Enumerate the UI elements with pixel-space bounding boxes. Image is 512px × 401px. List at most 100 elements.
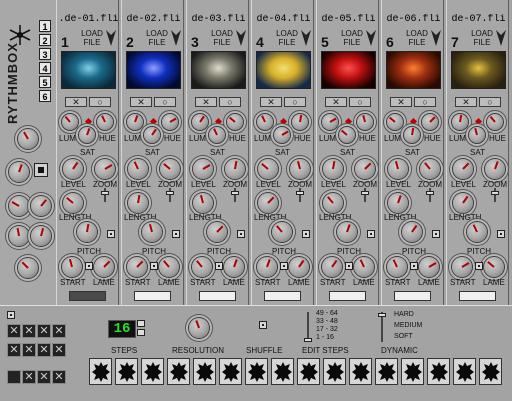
length-knob[interactable] bbox=[258, 193, 278, 213]
step-pad-4[interactable] bbox=[167, 358, 190, 385]
sat-knob[interactable] bbox=[469, 127, 485, 143]
load-file-button[interactable]: LOAD FILE bbox=[79, 29, 105, 47]
pitch-mode-button[interactable] bbox=[367, 230, 375, 238]
level-knob[interactable] bbox=[128, 159, 148, 179]
start-knob[interactable] bbox=[257, 257, 277, 277]
global-knob-5[interactable] bbox=[9, 226, 29, 246]
load-file-button[interactable]: LOAD FILE bbox=[274, 29, 300, 47]
global-knob-7[interactable] bbox=[18, 258, 38, 278]
solo-toggle-button[interactable]: ○ bbox=[89, 97, 111, 107]
bank-button-3[interactable]: 3 bbox=[39, 48, 51, 60]
dynamic-option-1[interactable]: HARD bbox=[394, 311, 414, 318]
zoom-knob[interactable] bbox=[420, 159, 440, 179]
pitch-mode-button[interactable] bbox=[107, 230, 115, 238]
channel-select-bar[interactable] bbox=[394, 291, 431, 301]
step-pad-3[interactable] bbox=[141, 358, 164, 385]
channel-select-bar[interactable] bbox=[199, 291, 236, 301]
zoom-slider-handle[interactable] bbox=[296, 191, 304, 195]
sat-knob[interactable] bbox=[339, 127, 355, 143]
bank-button-4[interactable]: 4 bbox=[39, 62, 51, 74]
zoom-slider-handle[interactable] bbox=[426, 191, 434, 195]
start-mode-button[interactable] bbox=[345, 262, 353, 270]
lum-knob[interactable] bbox=[387, 114, 403, 130]
pitch-mode-button[interactable] bbox=[497, 230, 505, 238]
step-pad-5[interactable] bbox=[193, 358, 216, 385]
step-pad-12[interactable] bbox=[375, 358, 398, 385]
bank-button-6[interactable]: 6 bbox=[39, 90, 51, 102]
pattern-cell-3-2[interactable]: ✕ bbox=[22, 370, 36, 384]
pitch-mode-button[interactable] bbox=[302, 230, 310, 238]
bank-button-2[interactable]: 2 bbox=[39, 34, 51, 46]
zoom-knob[interactable] bbox=[355, 159, 375, 179]
start-knob[interactable] bbox=[322, 257, 342, 277]
lame-knob[interactable] bbox=[354, 257, 374, 277]
dynamic-option-3[interactable]: SOFT bbox=[394, 333, 413, 340]
pattern-cell-1-3[interactable]: ✕ bbox=[37, 324, 51, 338]
start-mode-button[interactable] bbox=[215, 262, 223, 270]
pattern-cell-1-1[interactable]: ✕ bbox=[7, 324, 21, 338]
lum-knob[interactable] bbox=[192, 114, 208, 130]
bank-button-1[interactable]: 1 bbox=[39, 20, 51, 32]
length-knob[interactable] bbox=[128, 193, 148, 213]
lame-knob[interactable] bbox=[484, 257, 504, 277]
pitch-knob[interactable] bbox=[207, 222, 227, 242]
zoom-slider-handle[interactable] bbox=[361, 191, 369, 195]
pattern-cell-2-4[interactable]: ✕ bbox=[52, 343, 66, 357]
dynamic-option-2[interactable]: MEDIUM bbox=[394, 322, 422, 329]
mute-toggle-button[interactable]: ✕ bbox=[130, 97, 152, 107]
solo-toggle-button[interactable]: ○ bbox=[479, 97, 501, 107]
step-pad-2[interactable] bbox=[115, 358, 138, 385]
lum-knob[interactable] bbox=[257, 114, 273, 130]
step-pad-13[interactable] bbox=[401, 358, 424, 385]
sat-knob[interactable] bbox=[274, 127, 290, 143]
lum-knob[interactable] bbox=[127, 114, 143, 130]
shuffle-button[interactable] bbox=[259, 321, 267, 329]
pattern-cell-1-2[interactable]: ✕ bbox=[22, 324, 36, 338]
global-knob-4[interactable] bbox=[31, 196, 51, 216]
pattern-cell-1-4[interactable]: ✕ bbox=[52, 324, 66, 338]
pattern-cell-3-1[interactable] bbox=[7, 370, 21, 384]
mute-toggle-button[interactable]: ✕ bbox=[325, 97, 347, 107]
pitch-knob[interactable] bbox=[402, 222, 422, 242]
edit-steps-option-3[interactable]: 17 - 32 bbox=[316, 326, 338, 333]
start-mode-button[interactable] bbox=[85, 262, 93, 270]
sequencer-small-button[interactable] bbox=[7, 311, 15, 319]
lame-knob[interactable] bbox=[224, 257, 244, 277]
bank-button-5[interactable]: 5 bbox=[39, 76, 51, 88]
steps-down-button[interactable] bbox=[137, 329, 145, 336]
channel-select-bar[interactable] bbox=[134, 291, 171, 301]
pattern-cell-2-3[interactable]: ✕ bbox=[37, 343, 51, 357]
mute-toggle-button[interactable]: ✕ bbox=[195, 97, 217, 107]
solo-toggle-button[interactable]: ○ bbox=[284, 97, 306, 107]
level-knob[interactable] bbox=[453, 159, 473, 179]
pitch-knob[interactable] bbox=[272, 222, 292, 242]
lame-knob[interactable] bbox=[94, 257, 114, 277]
edit-steps-option-4[interactable]: 1 - 16 bbox=[316, 334, 334, 341]
step-pad-1[interactable] bbox=[89, 358, 112, 385]
solo-toggle-button[interactable]: ○ bbox=[414, 97, 436, 107]
lum-knob[interactable] bbox=[452, 114, 468, 130]
solo-toggle-button[interactable]: ○ bbox=[154, 97, 176, 107]
step-pad-16[interactable] bbox=[479, 358, 502, 385]
pattern-cell-2-2[interactable]: ✕ bbox=[22, 343, 36, 357]
level-knob[interactable] bbox=[323, 159, 343, 179]
level-knob[interactable] bbox=[388, 159, 408, 179]
step-pad-8[interactable] bbox=[271, 358, 294, 385]
lame-knob[interactable] bbox=[159, 257, 179, 277]
zoom-knob[interactable] bbox=[95, 159, 115, 179]
pitch-mode-button[interactable] bbox=[172, 230, 180, 238]
global-knob-2[interactable] bbox=[9, 162, 29, 182]
start-knob[interactable] bbox=[62, 257, 82, 277]
start-knob[interactable] bbox=[452, 257, 472, 277]
start-mode-button[interactable] bbox=[410, 262, 418, 270]
zoom-knob[interactable] bbox=[160, 159, 180, 179]
start-knob[interactable] bbox=[387, 257, 407, 277]
pitch-knob[interactable] bbox=[142, 222, 162, 242]
hue-knob[interactable] bbox=[487, 114, 503, 130]
load-file-button[interactable]: LOAD FILE bbox=[469, 29, 495, 47]
channel-select-bar[interactable] bbox=[69, 291, 106, 301]
hue-knob[interactable] bbox=[292, 114, 308, 130]
lum-knob[interactable] bbox=[322, 114, 338, 130]
length-knob[interactable] bbox=[323, 193, 343, 213]
zoom-knob[interactable] bbox=[485, 159, 505, 179]
